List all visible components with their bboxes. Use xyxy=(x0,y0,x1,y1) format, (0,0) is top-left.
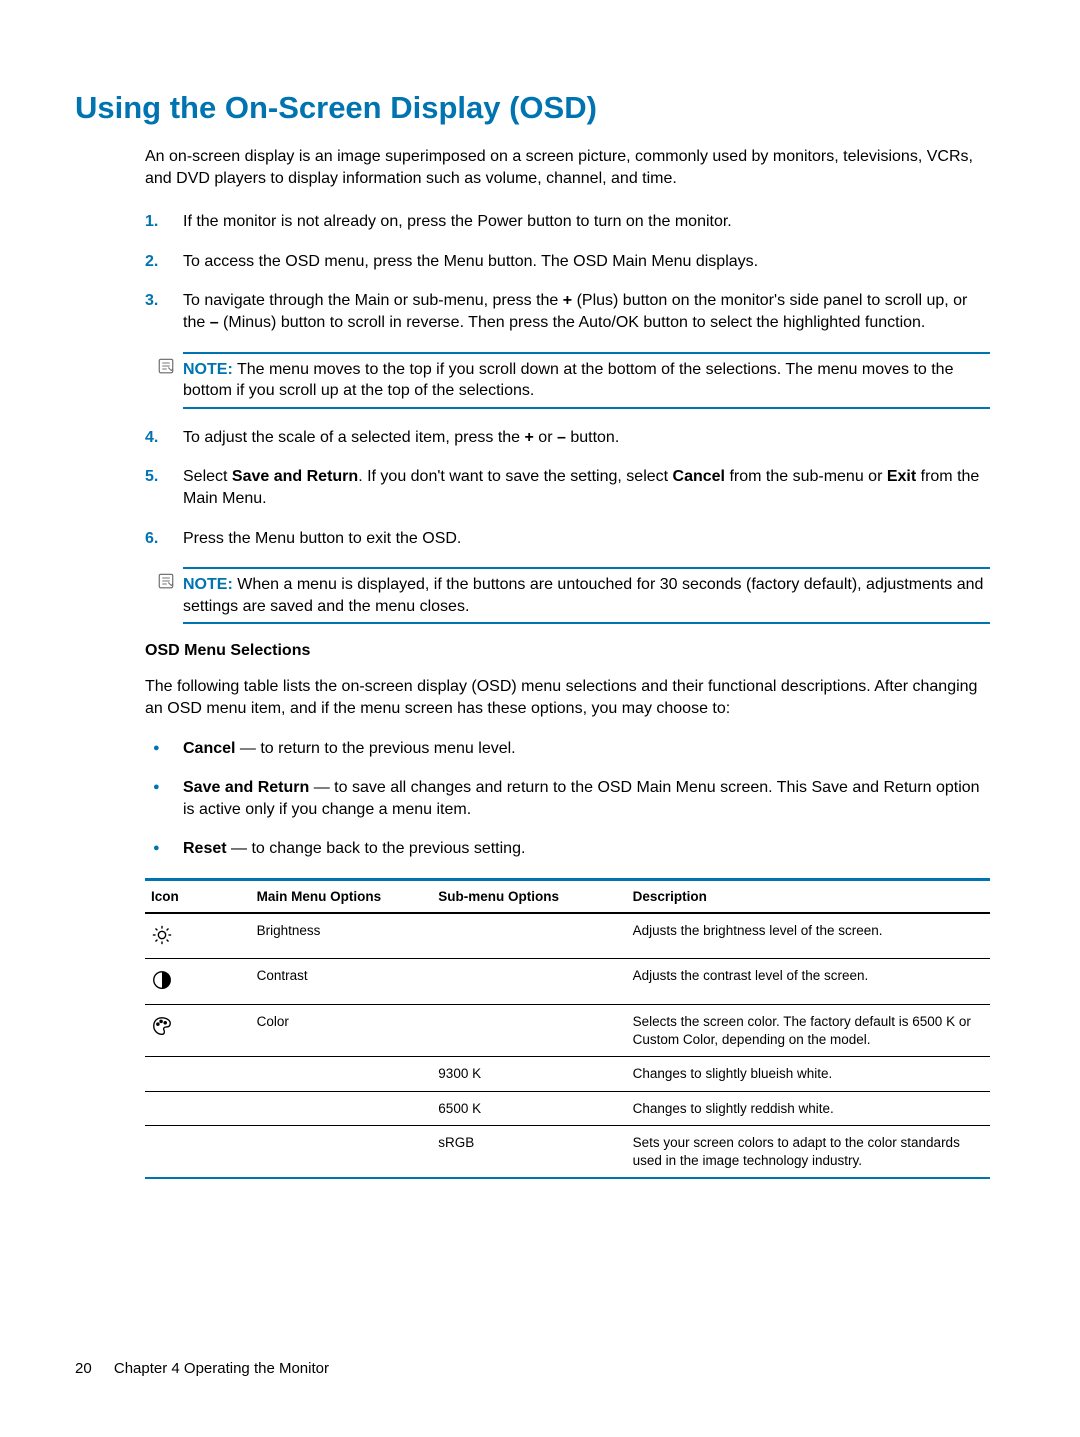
step-item: To navigate through the Main or sub-menu… xyxy=(145,290,990,333)
list-item: Reset — to change back to the previous s… xyxy=(145,838,990,860)
col-header-desc: Description xyxy=(627,879,990,913)
table-row: Contrast Adjusts the contrast level of t… xyxy=(145,959,990,1005)
step-item: Press the Menu button to exit the OSD. xyxy=(145,528,990,550)
col-header-main: Main Menu Options xyxy=(251,879,433,913)
step-item: To access the OSD menu, press the Menu b… xyxy=(145,251,990,273)
intro-paragraph: An on-screen display is an image superim… xyxy=(145,146,990,189)
chapter-label: Chapter 4 Operating the Monitor xyxy=(114,1360,329,1377)
table-cell-desc: Adjusts the brightness level of the scre… xyxy=(627,913,990,959)
table-cell-main: Brightness xyxy=(251,913,433,959)
page-title: Using the On-Screen Display (OSD) xyxy=(75,90,990,126)
table-row: sRGB Sets your screen colors to adapt to… xyxy=(145,1126,990,1179)
note-text: The menu moves to the top if you scroll … xyxy=(183,361,953,400)
list-item: Cancel — to return to the previous menu … xyxy=(145,738,990,760)
note-label: NOTE: xyxy=(183,576,233,593)
bullets-list: Cancel — to return to the previous menu … xyxy=(145,738,990,860)
step-item: If the monitor is not already on, press … xyxy=(145,211,990,233)
contrast-icon xyxy=(151,969,173,991)
table-cell-desc: Changes to slightly reddish white. xyxy=(627,1091,990,1126)
color-icon xyxy=(151,1015,173,1037)
table-row: 9300 K Changes to slightly blueish white… xyxy=(145,1057,990,1092)
page-number: 20 xyxy=(75,1360,92,1377)
table-cell-main: Color xyxy=(251,1004,433,1056)
table-cell-sub: 9300 K xyxy=(432,1057,626,1092)
table-cell-main xyxy=(251,1057,433,1092)
note-box: NOTE: The menu moves to the top if you s… xyxy=(183,352,990,409)
page-footer: 20 Chapter 4 Operating the Monitor xyxy=(75,1360,329,1377)
osd-menu-table: Icon Main Menu Options Sub-menu Options … xyxy=(145,878,990,1179)
step-item: Select Save and Return. If you don't wan… xyxy=(145,466,990,509)
table-cell-desc: Adjusts the contrast level of the screen… xyxy=(627,959,990,1005)
body-paragraph: The following table lists the on-screen … xyxy=(145,676,990,719)
table-cell-sub: sRGB xyxy=(432,1126,626,1179)
steps-list-continued: To adjust the scale of a selected item, … xyxy=(145,427,990,549)
note-icon xyxy=(157,572,175,590)
subsection-heading: OSD Menu Selections xyxy=(145,642,990,660)
table-cell-main xyxy=(251,1091,433,1126)
table-cell-main xyxy=(251,1126,433,1179)
table-cell-sub xyxy=(432,959,626,1005)
col-header-icon: Icon xyxy=(145,879,251,913)
note-box: NOTE: When a menu is displayed, if the b… xyxy=(183,567,990,624)
brightness-icon xyxy=(151,924,173,946)
note-text: When a menu is displayed, if the buttons… xyxy=(183,576,983,615)
step-item: To adjust the scale of a selected item, … xyxy=(145,427,990,449)
list-item: Save and Return — to save all changes an… xyxy=(145,777,990,820)
note-label: NOTE: xyxy=(183,361,233,378)
steps-list: If the monitor is not already on, press … xyxy=(145,211,990,333)
note-icon xyxy=(157,357,175,375)
table-cell-desc: Changes to slightly blueish white. xyxy=(627,1057,990,1092)
table-cell-sub xyxy=(432,913,626,959)
col-header-sub: Sub-menu Options xyxy=(432,879,626,913)
table-cell-desc: Selects the screen color. The factory de… xyxy=(627,1004,990,1056)
table-row: Color Selects the screen color. The fact… xyxy=(145,1004,990,1056)
table-cell-main: Contrast xyxy=(251,959,433,1005)
table-row: 6500 K Changes to slightly reddish white… xyxy=(145,1091,990,1126)
table-cell-desc: Sets your screen colors to adapt to the … xyxy=(627,1126,990,1179)
table-cell-sub xyxy=(432,1004,626,1056)
table-cell-sub: 6500 K xyxy=(432,1091,626,1126)
table-row: Brightness Adjusts the brightness level … xyxy=(145,913,990,959)
